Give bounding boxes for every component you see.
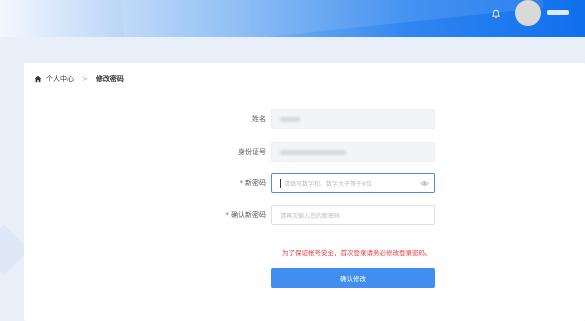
breadcrumb-separator: > <box>82 75 88 83</box>
confirm-submit-button[interactable]: 确认修改 <box>271 268 435 288</box>
new-password-input[interactable]: 请填写数字和、数字大于等于8位 <box>271 173 435 193</box>
new-password-label: * 新密码 <box>166 173 267 193</box>
home-icon[interactable] <box>34 75 42 83</box>
id-number-field <box>271 142 435 162</box>
main-card: 个人中心 > 修改密码 姓名 身份证号 * 新密码 请填写数字和、数字大于等于8位… <box>24 63 585 321</box>
breadcrumb: 个人中心 > 修改密码 <box>34 73 124 85</box>
name-label-text: 姓名 <box>252 115 266 123</box>
breadcrumb-current: 修改密码 <box>95 75 124 83</box>
required-mark: * <box>239 179 244 187</box>
confirm-password-label: * 确认新密码 <box>166 205 267 225</box>
bell-icon[interactable] <box>491 9 501 19</box>
id-label-text: 身份证号 <box>238 148 266 156</box>
id-value-redacted <box>280 149 346 155</box>
header-decoration <box>116 0 544 37</box>
confirm-password-placeholder: 请再次输入您的新密码 <box>280 212 341 220</box>
security-notice: 为了保证帐号安全，首次登录请务必修改登录密码。 <box>282 249 432 257</box>
top-header-bar <box>0 0 585 37</box>
name-field <box>271 109 435 129</box>
new-password-placeholder: 请填写数字和、数字大于等于8位 <box>284 180 372 188</box>
confirm-password-input[interactable]: 请再次输入您的新密码 <box>271 205 435 225</box>
breadcrumb-home[interactable]: 个人中心 <box>46 74 74 84</box>
confirm-password-label-text: 确认新密码 <box>231 211 266 219</box>
name-value-redacted <box>280 116 300 122</box>
text-caret <box>280 178 281 188</box>
new-password-label-text: 新密码 <box>245 179 266 187</box>
id-label: 身份证号 <box>166 142 266 162</box>
eye-icon[interactable] <box>420 179 429 188</box>
required-mark: * <box>225 211 230 219</box>
avatar[interactable] <box>515 0 541 26</box>
name-label: 姓名 <box>166 109 266 129</box>
username-placeholder[interactable] <box>547 10 569 15</box>
